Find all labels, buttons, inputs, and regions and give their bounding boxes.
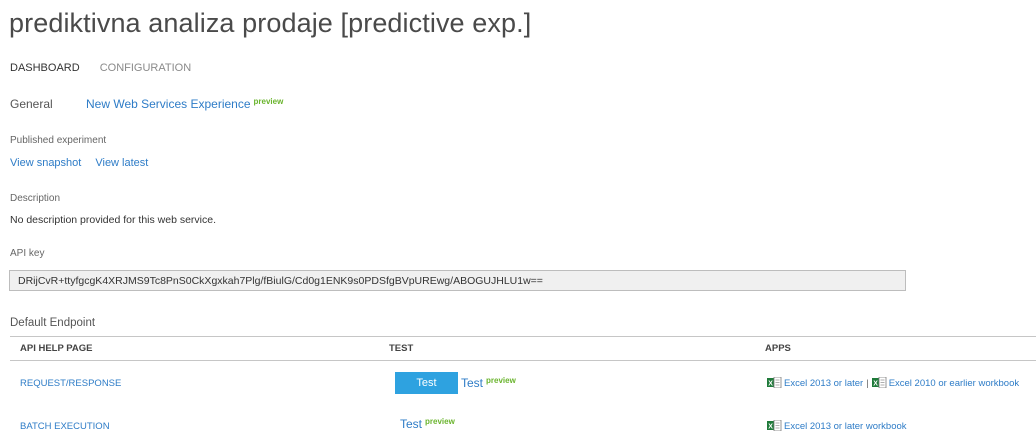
test-preview-group: Test preview: [461, 376, 516, 390]
api-key-field[interactable]: DRijCvR+ttyfgcgK4XRJMS9Tc8PnS0CkXgxkah7P…: [9, 270, 906, 291]
column-api-help-page: API HELP PAGE: [20, 343, 93, 354]
request-response-link[interactable]: REQUEST/RESPONSE: [20, 378, 121, 389]
endpoint-table-header: API HELP PAGE TEST APPS: [10, 336, 1036, 361]
new-web-services-link[interactable]: New Web Services Experience: [86, 97, 251, 111]
excel-2010-link[interactable]: Excel 2010 or earlier workbook: [889, 378, 1019, 389]
column-test: TEST: [389, 343, 414, 354]
excel-2013-link[interactable]: Excel 2013 or later: [784, 378, 863, 389]
view-latest-link[interactable]: View latest: [95, 157, 148, 169]
apps-cell: X Excel 2013 or later workbook: [767, 420, 907, 432]
batch-execution-link[interactable]: BATCH EXECUTION: [20, 421, 110, 432]
excel-2013-workbook-link[interactable]: Excel 2013 or later workbook: [784, 421, 907, 432]
separator: |: [866, 378, 869, 389]
test-preview-link[interactable]: Test: [400, 417, 422, 431]
tab-dashboard[interactable]: DASHBOARD: [10, 62, 80, 74]
published-experiment-label: Published experiment: [10, 135, 107, 146]
table-row: REQUEST/RESPONSE Test Test preview X Excel…: [10, 369, 1036, 399]
page-title: prediktivna analiza prodaje [predictive …: [9, 8, 532, 38]
excel-icon: X: [767, 377, 782, 388]
test-button-label: Test: [395, 372, 458, 394]
svg-text:X: X: [768, 424, 773, 431]
svg-text:X: X: [873, 381, 878, 388]
table-row: BATCH EXECUTION Test preview X Excel 2013 …: [10, 412, 1036, 432]
description-text: No description provided for this web ser…: [10, 214, 217, 226]
test-preview-group: Test preview: [400, 417, 455, 431]
preview-badge: preview: [253, 97, 284, 106]
apps-cell: X Excel 2013 or later | X Excel 2010 or earl…: [767, 377, 1019, 389]
excel-icon: X: [871, 377, 887, 388]
general-row: General New Web Services Experience prev…: [10, 97, 283, 111]
test-preview-link[interactable]: Test: [461, 376, 483, 390]
tab-configuration[interactable]: CONFIGURATION: [100, 62, 191, 74]
excel-icon: X: [767, 420, 782, 431]
general-label: General: [10, 97, 53, 111]
api-key-label: API key: [10, 248, 45, 259]
preview-badge: preview: [425, 417, 455, 426]
svg-text:X: X: [768, 381, 773, 388]
preview-badge: preview: [486, 376, 516, 385]
tab-bar: DASHBOARD CONFIGURATION: [10, 62, 191, 74]
test-button[interactable]: Test: [395, 372, 458, 394]
published-links: View snapshot View latest: [10, 157, 148, 169]
description-label: Description: [10, 193, 61, 204]
view-snapshot-link[interactable]: View snapshot: [10, 157, 81, 169]
default-endpoint-label: Default Endpoint: [10, 317, 96, 329]
column-apps: APPS: [765, 343, 791, 354]
